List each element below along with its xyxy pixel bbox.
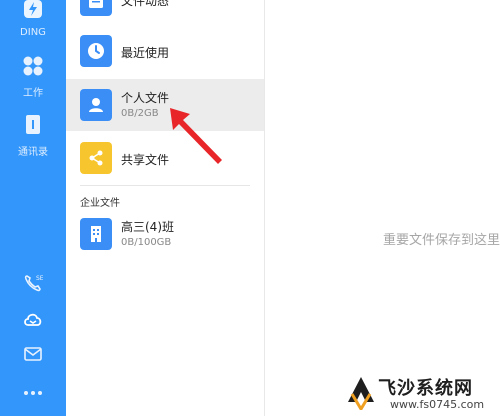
rail-item-work-label: 工作 [23,88,43,99]
empty-state-text: 重要文件保存到这里 [383,233,500,248]
phone-icon: SE [0,273,66,297]
annotation-arrow-icon [170,108,222,164]
rail-item-contacts[interactable]: 通讯录 [0,114,66,158]
rail-item-work[interactable]: 工作 [0,55,66,99]
lightning-icon [0,0,66,24]
watermark: 飞沙系统网 www.fs0745.com [340,372,500,416]
file-item-class-label: 高三(4)班 [121,220,174,234]
file-item-dynamics-label: 文件动态 [121,0,170,8]
file-item-recent[interactable]: 最近使用 [66,25,264,77]
file-item-recent-label: 最近使用 [121,46,170,60]
rail-phone-button[interactable]: SE [0,273,66,297]
watermark-url: www.fs0745.com [390,398,485,411]
rail-more-button[interactable] [0,382,66,401]
document-icon [80,0,112,16]
share-icon [80,142,112,174]
rail-item-contacts-label: 通讯录 [18,147,48,158]
rail-item-ding-label: DING [20,27,46,38]
enterprise-section-label: 企业文件 [80,198,120,209]
file-item-personal-usage: 0B/2GB [121,108,159,119]
panel-divider [80,185,250,186]
rail-mail-button[interactable] [0,345,66,367]
svg-text:SE: SE [36,275,43,282]
watermark-title: 飞沙系统网 [378,378,473,399]
watermark-logo-icon [348,377,374,410]
person-icon [80,89,112,121]
cloud-drive-icon [0,309,66,333]
file-item-class[interactable]: 高三(4)班 0B/100GB [66,208,264,260]
main-content-area: 重要文件保存到这里 [265,0,500,416]
file-item-dynamics[interactable]: 文件动态 [66,0,264,26]
contacts-book-icon [0,114,66,140]
file-category-panel: 文件动态 最近使用 个人文件 0B/2GB 共享文件 企业文件 高三(4)班 0… [66,0,265,416]
mail-icon [0,345,66,367]
left-rail: DING 工作 通讯录 SE [0,0,66,416]
building-icon [80,218,112,250]
more-dots-icon [0,382,66,401]
clock-icon [80,35,112,67]
rail-cloud-button[interactable] [0,309,66,333]
apps-grid-icon [0,55,66,81]
rail-item-ding[interactable]: DING [0,0,66,38]
file-item-class-usage: 0B/100GB [121,237,172,248]
